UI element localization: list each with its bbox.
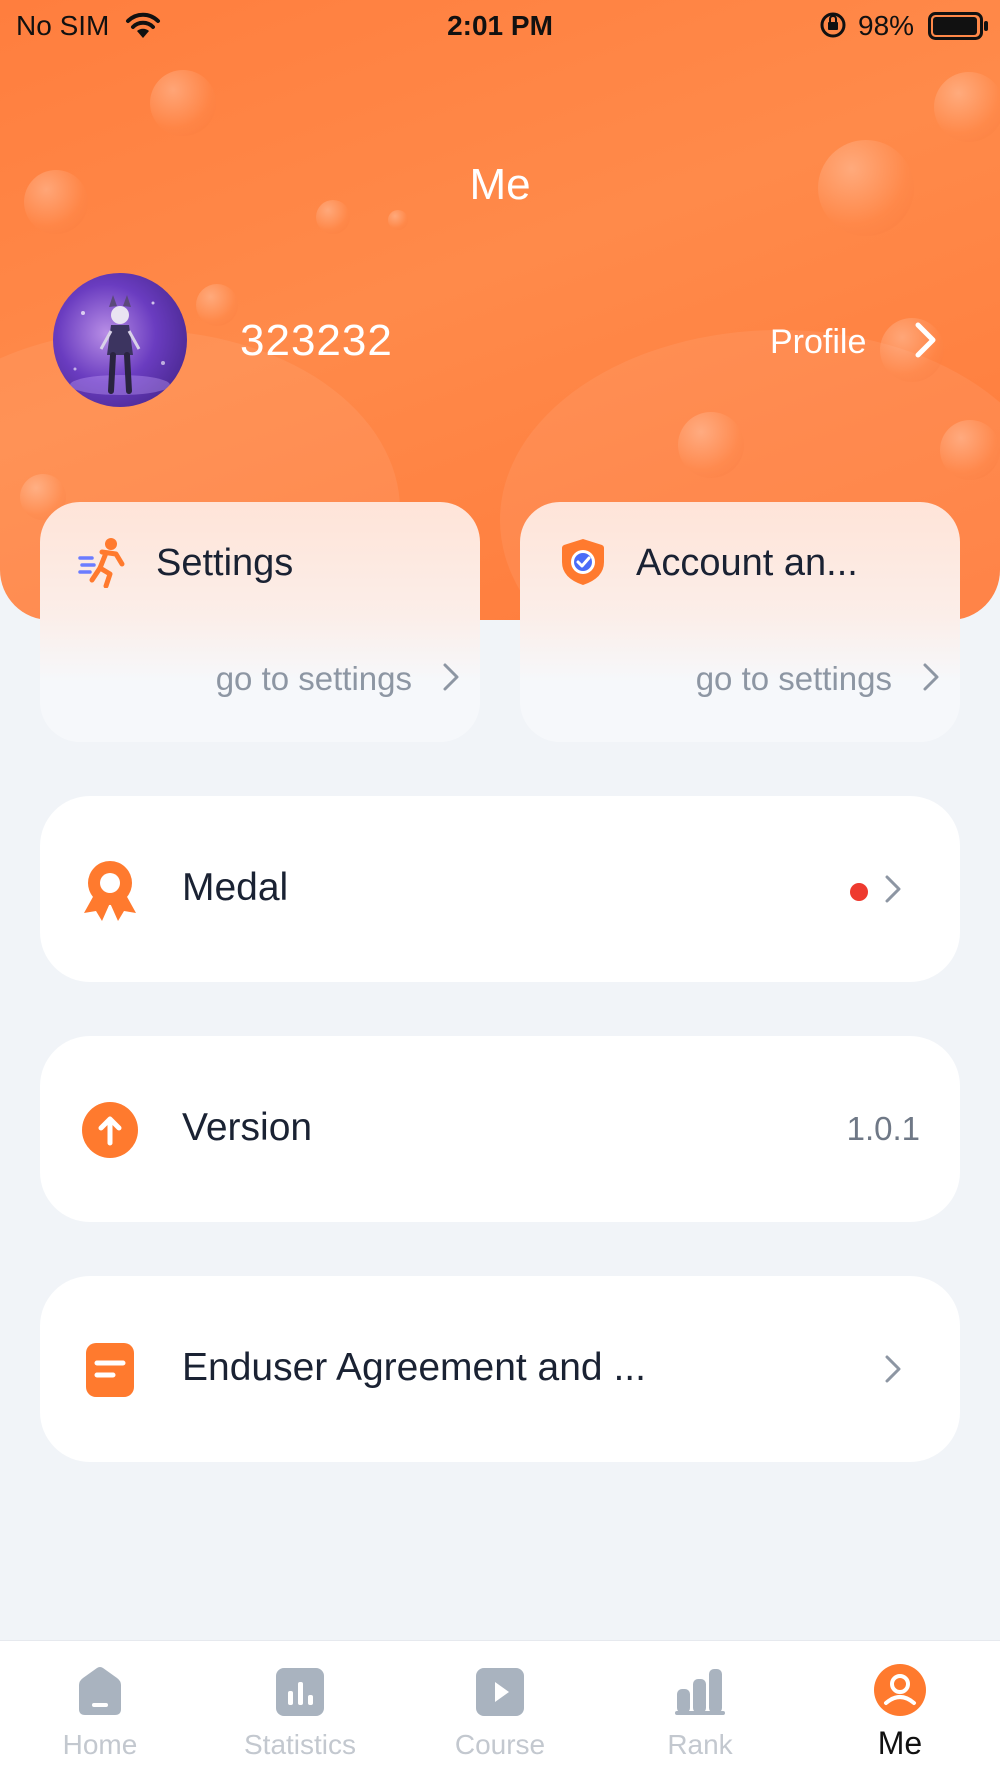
- version-label: Version: [182, 1106, 313, 1149]
- rotation-lock-icon: [818, 10, 848, 45]
- tab-bar: Home Statistics Course Rank Me: [0, 1640, 1000, 1778]
- go-to-settings-label: go to settings: [695, 660, 892, 697]
- tab-label: Course: [454, 1729, 546, 1760]
- clock-time: 2:01 PM: [447, 10, 553, 41]
- chevron-right-icon: [884, 1354, 902, 1389]
- tab-label: Rank: [667, 1729, 733, 1760]
- version-row[interactable]: Version 1.0.1: [40, 1036, 960, 1222]
- profile-link[interactable]: Profile: [770, 322, 938, 362]
- agreement-label: Enduser Agreement and ...: [182, 1346, 646, 1389]
- chevron-right-icon: [442, 662, 460, 697]
- notification-badge: [850, 883, 868, 901]
- status-bar: No SIM 2:01 PM 98%: [0, 0, 1000, 50]
- account-card[interactable]: Account an... go to settings: [520, 502, 960, 742]
- medal-label: Medal: [182, 866, 289, 909]
- battery-icon: [928, 12, 990, 45]
- settings-card[interactable]: Settings go to settings: [40, 502, 480, 742]
- statistics-icon: [275, 1665, 325, 1717]
- decor-bubble: [150, 70, 216, 136]
- tab-course[interactable]: Course: [400, 1641, 600, 1778]
- battery-percent: 98%: [858, 10, 915, 41]
- agreement-row[interactable]: Enduser Agreement and ...: [40, 1276, 960, 1462]
- document-icon: [80, 1339, 140, 1401]
- version-value: 1.0.1: [846, 1110, 920, 1147]
- go-to-settings-label: go to settings: [215, 660, 412, 697]
- username: 323232: [240, 316, 393, 365]
- course-play-icon: [475, 1665, 525, 1717]
- runner-icon: [78, 536, 128, 589]
- chevron-right-icon: [922, 662, 940, 697]
- go-to-account-settings-link[interactable]: go to settings: [696, 660, 940, 698]
- go-to-settings-link[interactable]: go to settings: [216, 660, 460, 698]
- avatar[interactable]: [53, 273, 187, 407]
- tab-rank[interactable]: Rank: [600, 1641, 800, 1778]
- user-avatar-icon: [70, 295, 170, 395]
- settings-card-title: Settings: [156, 542, 294, 584]
- decor-bubble: [678, 412, 744, 478]
- shield-check-icon: [558, 536, 608, 588]
- tab-label: Me: [877, 1725, 923, 1761]
- medal-icon: [80, 859, 140, 921]
- tab-label: Home: [62, 1729, 138, 1760]
- page-title: Me: [469, 160, 531, 209]
- decor-bubble: [940, 420, 1000, 480]
- profile-label: Profile: [770, 322, 867, 361]
- tab-me[interactable]: Me: [800, 1641, 1000, 1778]
- decor-bubble: [934, 72, 1000, 142]
- tab-label: Statistics: [243, 1729, 357, 1760]
- home-icon: [75, 1665, 125, 1717]
- tab-home[interactable]: Home: [0, 1641, 200, 1778]
- medal-row[interactable]: Medal: [40, 796, 960, 982]
- decor-bubble: [388, 210, 408, 230]
- chevron-right-icon: [914, 321, 938, 364]
- me-icon: [874, 1664, 926, 1717]
- tab-statistics[interactable]: Statistics: [200, 1641, 400, 1778]
- rank-icon: [675, 1665, 725, 1717]
- decor-bubble: [196, 284, 238, 326]
- upgrade-icon: [80, 1099, 140, 1161]
- chevron-right-icon: [884, 874, 902, 909]
- account-card-title: Account an...: [636, 542, 858, 584]
